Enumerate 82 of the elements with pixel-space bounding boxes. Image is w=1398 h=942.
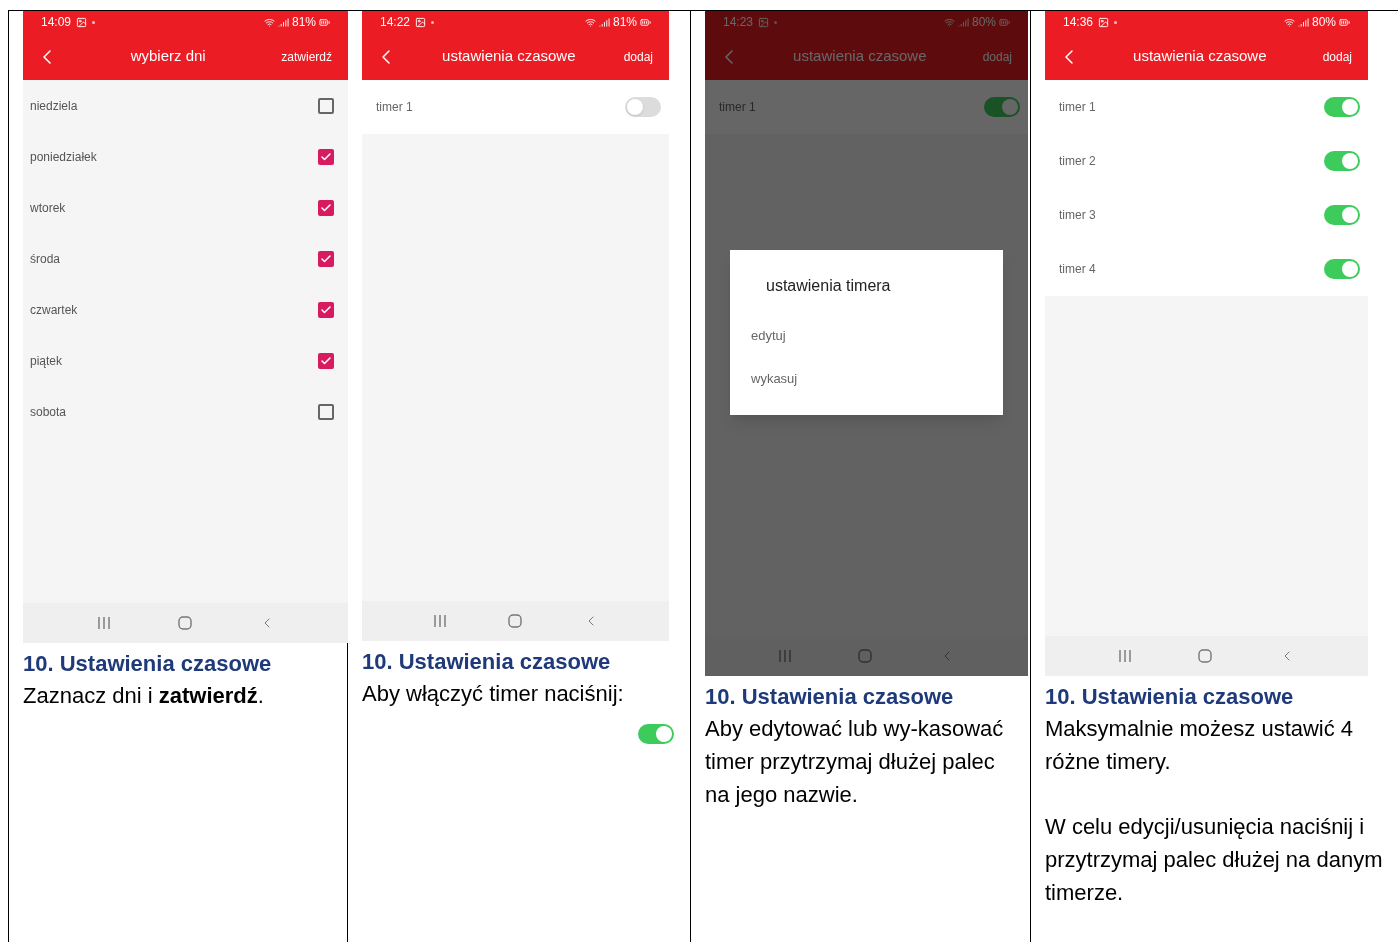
image-icon [415, 16, 427, 28]
status-time: 14:22 [380, 14, 411, 31]
battery-percent: 80% [971, 14, 996, 31]
day-label: poniedziałek [30, 148, 97, 166]
caption-text: Zaznacz dni i zatwierdź. [23, 682, 265, 710]
recent-apps-icon[interactable] [1118, 650, 1133, 662]
checkbox[interactable] [318, 97, 334, 114]
toggle-switch[interactable] [1324, 205, 1360, 225]
day-label: piątek [30, 352, 63, 370]
check-icon [320, 150, 332, 163]
check-icon [320, 201, 332, 214]
battery-icon [319, 16, 330, 28]
home-icon[interactable] [177, 616, 192, 630]
timer-label[interactable]: timer 3 [1059, 206, 1096, 224]
status-time: 14:23 [723, 14, 754, 31]
dialog-option[interactable]: edytuj [730, 314, 1003, 357]
recent-apps-icon[interactable] [96, 617, 111, 629]
timer-label[interactable]: timer 4 [1059, 260, 1096, 278]
check-icon [320, 252, 332, 265]
battery-icon [999, 16, 1010, 28]
home-icon[interactable] [858, 649, 873, 663]
wifi-icon [263, 16, 275, 28]
toggle-switch[interactable] [1324, 259, 1360, 279]
wifi-icon [584, 16, 596, 28]
checkbox[interactable] [318, 250, 334, 267]
day-label: sobota [30, 403, 67, 421]
recent-apps-icon[interactable] [778, 650, 793, 662]
dialog-option[interactable]: wykasuj [730, 357, 1003, 400]
check-icon [320, 354, 332, 367]
checkbox[interactable] [318, 199, 334, 216]
checkbox[interactable] [318, 301, 334, 318]
timer-label[interactable]: timer 2 [1059, 152, 1096, 170]
signal-icon [957, 16, 969, 28]
caption-text: Aby edytować lub wy-kasować timer przytrzymaj dłużej palec na jego nazwie. [705, 715, 1005, 809]
timer-label[interactable]: timer 1 [1059, 98, 1096, 116]
app-bar-title: ustawienia czasowe [441, 46, 577, 67]
home-icon[interactable] [1198, 649, 1213, 663]
toggle-switch[interactable] [638, 724, 674, 744]
toggle-switch[interactable] [625, 97, 661, 117]
wifi-icon [1283, 16, 1295, 28]
dialog-title: ustawienia timera [765, 276, 892, 296]
action-button[interactable]: dodaj [619, 47, 657, 66]
toggle-switch[interactable] [984, 97, 1020, 117]
battery-percent: 81% [612, 14, 637, 31]
section-heading: 10. Ustawienia czasowe [1045, 683, 1295, 711]
timer-label[interactable]: timer 1 [376, 98, 413, 116]
checkbox[interactable] [318, 403, 334, 420]
status-time: 14:36 [1063, 14, 1094, 31]
recent-apps-icon[interactable] [432, 615, 447, 627]
caption-text: W celu edycji/usunięcia naciśnij i przytrzymaj palec dłużej na danym timerze. [1045, 813, 1383, 907]
image-icon [1098, 16, 1110, 28]
checkbox[interactable] [318, 148, 334, 165]
image-icon [758, 16, 770, 28]
checkbox[interactable] [318, 352, 334, 369]
app-bar-title: ustawienia czasowe [792, 46, 928, 67]
battery-icon [640, 16, 651, 28]
check-icon [320, 303, 332, 316]
app-bar-title: wybierz dni [129, 46, 207, 67]
section-heading: 10. Ustawienia czasowe [23, 650, 273, 678]
battery-percent: 80% [1311, 14, 1336, 31]
battery-percent: 81% [291, 14, 316, 31]
day-label: środa [30, 250, 61, 268]
wifi-icon [943, 16, 955, 28]
status-time: 14:09 [41, 14, 72, 31]
caption-text: Aby włączyć timer naciśnij: [362, 680, 625, 708]
action-button[interactable]: zatwierdź [277, 47, 336, 66]
action-button[interactable]: dodaj [1318, 47, 1356, 66]
app-bar-title: ustawienia czasowe [1132, 46, 1268, 67]
day-label: niedziela [30, 97, 78, 115]
signal-icon [1297, 16, 1309, 28]
signal-icon [598, 16, 610, 28]
day-label: czwartek [30, 301, 78, 319]
section-heading: 10. Ustawienia czasowe [362, 648, 612, 676]
signal-icon [277, 16, 289, 28]
battery-icon [1339, 16, 1350, 28]
section-heading: 10. Ustawienia czasowe [705, 683, 955, 711]
day-label: wtorek [30, 199, 66, 217]
image-icon [76, 16, 88, 28]
home-icon[interactable] [507, 614, 522, 628]
toggle-switch[interactable] [1324, 97, 1360, 117]
toggle-switch[interactable] [1324, 151, 1360, 171]
caption-text: Maksymalnie możesz ustawić 4 różne timery. [1045, 715, 1355, 776]
